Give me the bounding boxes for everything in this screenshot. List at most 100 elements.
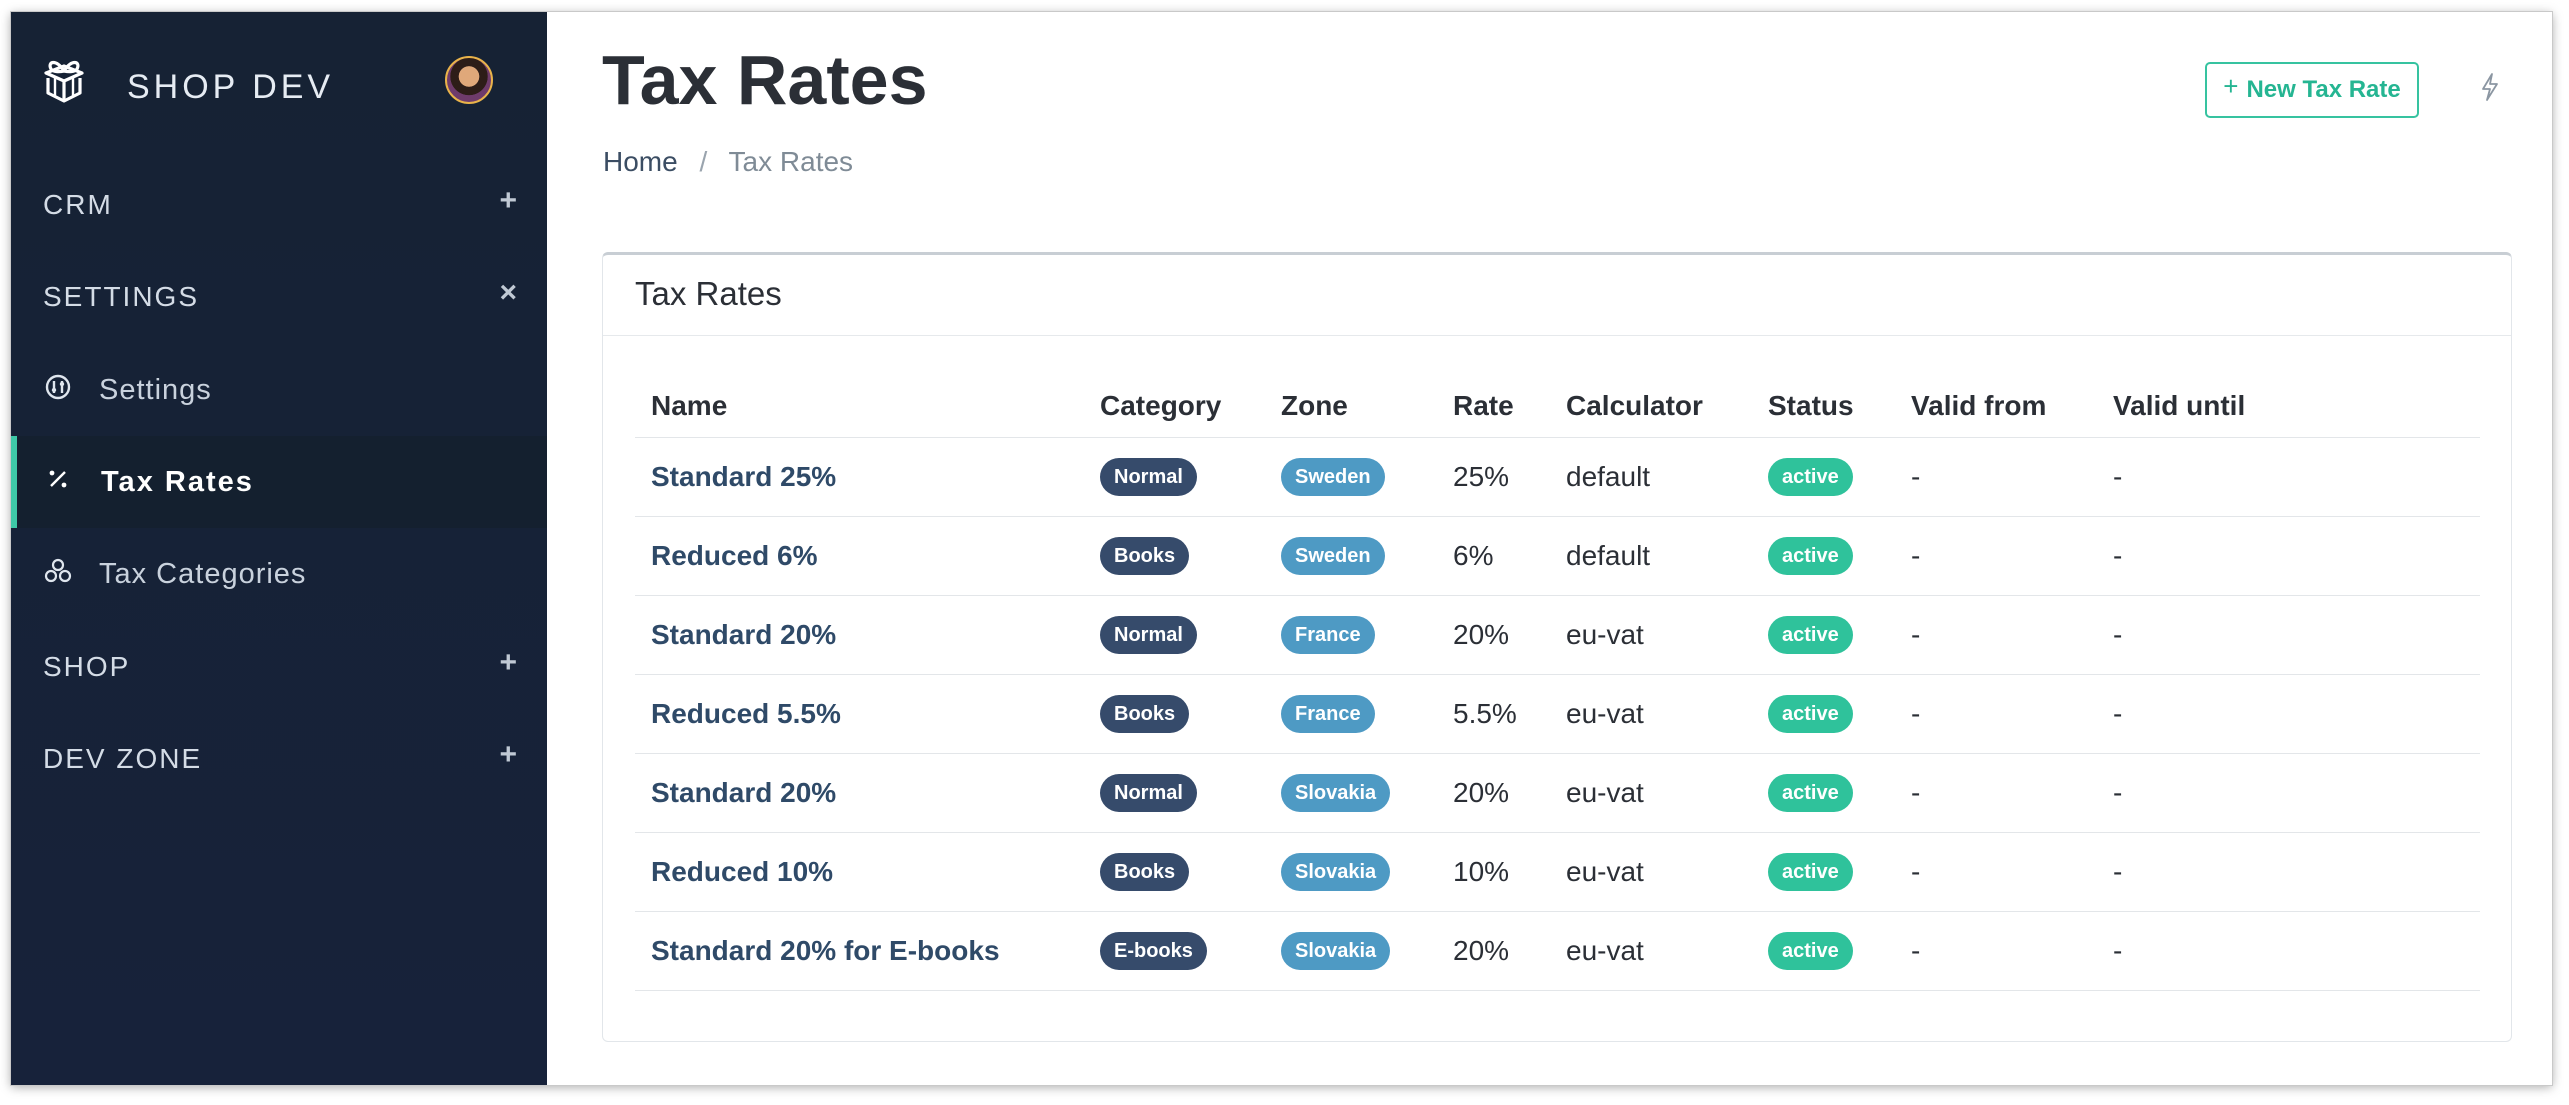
- active-indicator: [11, 436, 17, 528]
- table-row[interactable]: Standard 20% Normal Slovakia 20% eu-vat …: [635, 753, 2480, 833]
- nav-section-dev-zone[interactable]: DEV ZONE +: [11, 714, 547, 806]
- category-cell: Books: [1084, 516, 1265, 596]
- plus-icon[interactable]: +: [499, 738, 517, 772]
- table-row[interactable]: Reduced 10% Books Slovakia 10% eu-vat ac…: [635, 832, 2480, 912]
- valid-from-cell: -: [1895, 674, 2097, 754]
- category-badge: Books: [1100, 853, 1190, 891]
- tax-rate-name-link[interactable]: Standard 20%: [635, 595, 1084, 675]
- category-cell: Normal: [1084, 753, 1265, 833]
- status-cell: active: [1752, 437, 1895, 517]
- category-badge: Books: [1100, 537, 1190, 575]
- table-header-row: Name Category Zone Rate Calculator Statu…: [635, 375, 2480, 438]
- calculator-cell: eu-vat: [1550, 674, 1752, 754]
- calculator-cell: eu-vat: [1550, 911, 1752, 991]
- app-window: SHOP DEV CRM + SETTINGS × Settings Tax R…: [11, 12, 2552, 1085]
- category-cell: E-books: [1084, 911, 1265, 991]
- tax-rates-card: Tax Rates Name Category Zone Rate Calcul…: [602, 252, 2512, 1042]
- breadcrumb-current: Tax Rates: [728, 146, 854, 177]
- category-badge: Normal: [1100, 774, 1197, 812]
- zone-cell: Slovakia: [1265, 911, 1437, 991]
- status-cell: active: [1752, 832, 1895, 912]
- plus-icon[interactable]: +: [499, 646, 517, 680]
- column-header-valid-from[interactable]: Valid from: [1895, 375, 2097, 438]
- breadcrumb-home-link[interactable]: Home: [603, 146, 678, 177]
- category-cell: Normal: [1084, 437, 1265, 517]
- nav-section-settings[interactable]: SETTINGS ×: [11, 252, 547, 344]
- table-row[interactable]: Standard 20% Normal France 20% eu-vat ac…: [635, 595, 2480, 675]
- tax-rate-name-link[interactable]: Standard 20%: [635, 753, 1084, 833]
- calculator-cell: default: [1550, 437, 1752, 517]
- zone-badge: Slovakia: [1281, 932, 1391, 970]
- brand-header: SHOP DEV: [11, 12, 547, 152]
- close-icon[interactable]: ×: [499, 276, 517, 310]
- nav-section-label: SHOP: [43, 651, 131, 682]
- zone-badge: Sweden: [1281, 537, 1385, 575]
- tax-rate-name-link[interactable]: Reduced 6%: [635, 516, 1084, 596]
- categories-icon: [44, 558, 72, 583]
- valid-until-cell: -: [2097, 911, 2480, 991]
- zone-badge: Slovakia: [1281, 774, 1391, 812]
- rate-cell: 10%: [1437, 832, 1550, 912]
- tax-rate-name-link[interactable]: Reduced 5.5%: [635, 674, 1084, 754]
- plus-icon[interactable]: +: [499, 184, 517, 218]
- new-tax-rate-button[interactable]: + New Tax Rate: [2205, 62, 2419, 118]
- rate-cell: 20%: [1437, 753, 1550, 833]
- sidebar-item-settings[interactable]: Settings: [11, 344, 547, 436]
- valid-until-cell: -: [2097, 832, 2480, 912]
- category-cell: Normal: [1084, 595, 1265, 675]
- calculator-cell: eu-vat: [1550, 753, 1752, 833]
- column-header-calculator[interactable]: Calculator: [1550, 375, 1752, 438]
- brand-name[interactable]: SHOP DEV: [127, 68, 334, 107]
- rate-cell: 20%: [1437, 595, 1550, 675]
- sidebar: SHOP DEV CRM + SETTINGS × Settings Tax R…: [11, 12, 547, 1085]
- valid-from-cell: -: [1895, 595, 2097, 675]
- rate-cell: 6%: [1437, 516, 1550, 596]
- new-tax-rate-label: New Tax Rate: [2246, 76, 2401, 103]
- status-badge: active: [1768, 932, 1853, 970]
- nav-section-shop[interactable]: SHOP +: [11, 622, 547, 714]
- zone-badge: Slovakia: [1281, 853, 1391, 891]
- tax-rate-name-link[interactable]: Reduced 10%: [635, 832, 1084, 912]
- card-header: Tax Rates: [603, 255, 2511, 336]
- zone-cell: Slovakia: [1265, 832, 1437, 912]
- valid-from-cell: -: [1895, 516, 2097, 596]
- valid-from-cell: -: [1895, 437, 2097, 517]
- valid-until-cell: -: [2097, 437, 2480, 517]
- status-badge: active: [1768, 616, 1853, 654]
- tax-rate-name-link[interactable]: Standard 25%: [635, 437, 1084, 517]
- table-row[interactable]: Reduced 5.5% Books France 5.5% eu-vat ac…: [635, 674, 2480, 754]
- status-cell: active: [1752, 753, 1895, 833]
- column-header-status[interactable]: Status: [1752, 375, 1895, 438]
- status-cell: active: [1752, 911, 1895, 991]
- tax-rate-name-link[interactable]: Standard 20% for E-books: [635, 911, 1084, 991]
- column-header-zone[interactable]: Zone: [1265, 375, 1437, 438]
- status-badge: active: [1768, 695, 1853, 733]
- nav-section-label: SETTINGS: [43, 281, 200, 312]
- column-header-rate[interactable]: Rate: [1437, 375, 1550, 438]
- percent-icon: [49, 470, 67, 488]
- table-row[interactable]: Reduced 6% Books Sweden 6% default activ…: [635, 516, 2480, 596]
- column-header-valid-until[interactable]: Valid until: [2097, 375, 2480, 438]
- zone-cell: Slovakia: [1265, 753, 1437, 833]
- breadcrumb-separator: /: [699, 146, 708, 177]
- user-avatar[interactable]: [445, 56, 493, 104]
- calculator-cell: default: [1550, 516, 1752, 596]
- valid-until-cell: -: [2097, 753, 2480, 833]
- category-cell: Books: [1084, 674, 1265, 754]
- table-row[interactable]: Standard 20% for E-books E-books Slovaki…: [635, 911, 2480, 991]
- lightning-icon[interactable]: [2479, 72, 2501, 102]
- sidebar-item-label: Tax Categories: [99, 558, 307, 590]
- zone-badge: Sweden: [1281, 458, 1385, 496]
- sidebar-item-tax-rates[interactable]: Tax Rates: [11, 436, 547, 528]
- calculator-cell: eu-vat: [1550, 832, 1752, 912]
- main-content: Tax Rates Home / Tax Rates + New Tax Rat…: [547, 12, 2552, 1085]
- column-header-category[interactable]: Category: [1084, 375, 1265, 438]
- table-row[interactable]: Standard 25% Normal Sweden 25% default a…: [635, 437, 2480, 517]
- rate-cell: 20%: [1437, 911, 1550, 991]
- column-header-name[interactable]: Name: [635, 375, 1084, 438]
- zone-badge: France: [1281, 616, 1375, 654]
- zone-cell: Sweden: [1265, 516, 1437, 596]
- sidebar-item-tax-categories[interactable]: Tax Categories: [11, 528, 547, 620]
- nav-section-crm[interactable]: CRM +: [11, 160, 547, 252]
- zone-cell: France: [1265, 595, 1437, 675]
